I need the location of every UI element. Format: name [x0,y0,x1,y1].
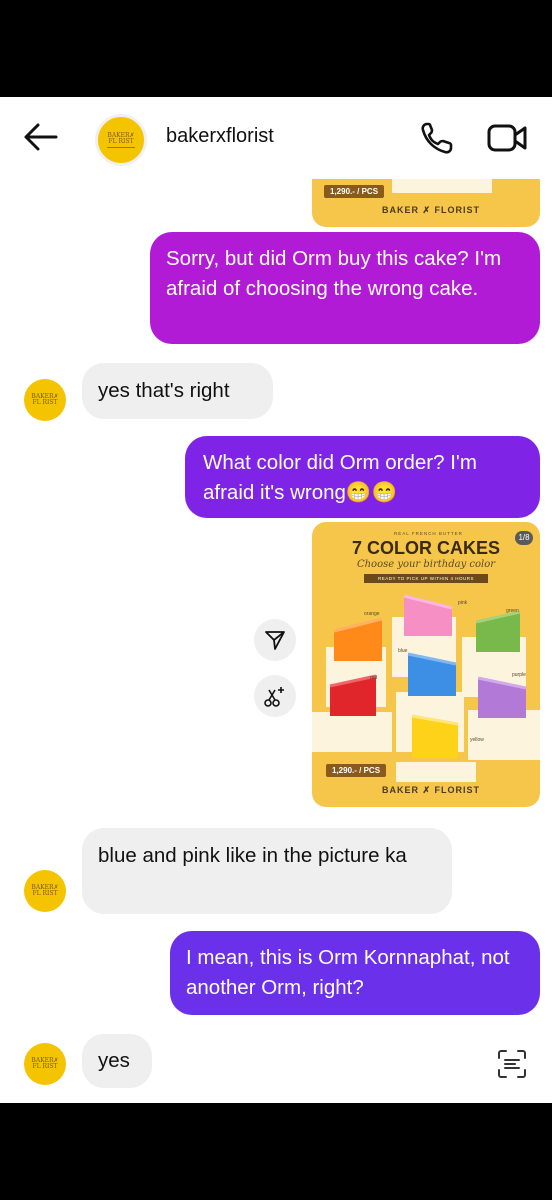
message-bubble-incoming[interactable]: yes [82,1034,152,1088]
image-banner: READY TO PICK UP WITHIN 4 HOURS [364,574,488,583]
system-nav-bar [0,1103,552,1200]
avatar-logo-text: FL RIST [32,399,58,406]
pedestal [396,762,476,782]
cake-orange [333,617,383,661]
badge-text: REAL FRENCH BUTTER [394,531,463,536]
brand-text: BAKER ✗ FLORIST [382,785,481,795]
message-bubble-outgoing[interactable]: Sorry, but did Orm buy this cake? I'm af… [150,232,540,344]
message-bubble-outgoing[interactable]: I mean, this is Orm Kornnaphat, not anot… [170,931,540,1015]
avatar: BAKER✗ FL RIST [24,870,66,912]
brand-text: BAKER ✗ FLORIST [382,205,481,215]
avatar-logo-line [107,146,135,148]
cake-yellow [411,714,459,758]
avatar: BAKER✗ FL RIST [24,1043,66,1085]
shared-image-cakes[interactable]: REAL FRENCH BUTTER 1/8 7 COLOR CAKES Cho… [312,522,540,807]
pedestal [392,179,492,193]
phone-icon[interactable] [419,120,455,156]
cake-label: purple [512,672,526,678]
avatar: BAKER✗ FL RIST [24,379,66,421]
chat-screen: BAKER✗ FL RIST bakerxflorist 1,290.- / P… [0,97,552,1103]
message-bubble-outgoing[interactable]: What color did Orm order? I'm afraid it'… [185,436,540,518]
cake-label: yellow [470,737,484,743]
cake-label: green [506,608,519,614]
cake-label: blue [398,648,408,654]
cake-label: red [370,675,378,681]
cake-blue [407,652,457,696]
message-bubble-incoming[interactable]: yes that's right [82,363,273,419]
cake-purple [477,676,527,718]
shared-image-top[interactable]: 1,290.- / PCS BAKER ✗ FLORIST [312,179,540,227]
price-tag: 1,290.- / PCS [326,764,387,777]
avatar-logo-text: FL RIST [32,1063,58,1070]
avatar-logo-text: FL RIST [108,137,134,145]
image-subtitle: Choose your birthday color [356,559,496,570]
chat-header: BAKER✗ FL RIST bakerxflorist [0,97,552,179]
arrow-left-icon[interactable] [22,121,58,153]
video-camera-icon[interactable] [487,122,527,154]
cake-pink [403,594,453,636]
message-bubble-incoming[interactable]: blue and pink like in the picture ka [82,828,452,914]
cake-green [475,610,521,652]
scan-text-icon[interactable] [495,1047,529,1081]
avatar[interactable]: BAKER✗ FL RIST [95,114,147,166]
send-icon[interactable] [254,619,296,661]
avatar-logo-text: FL RIST [32,890,58,897]
magic-edit-icon[interactable] [254,675,296,717]
cake-label: pink [458,600,468,606]
cake-label: orange [364,611,380,617]
chat-username[interactable]: bakerxflorist [166,125,274,148]
price-tag: 1,290.- / PCS [324,185,385,198]
image-title: 7 COLOR CAKES [351,538,501,558]
